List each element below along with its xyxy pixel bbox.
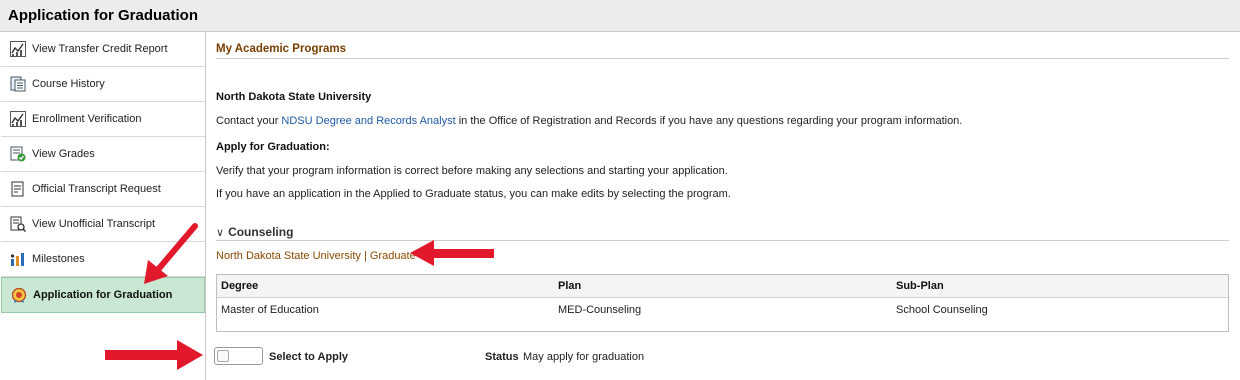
grid-header-row [217, 275, 1228, 298]
milestones-icon [10, 253, 24, 266]
program-group-title: Counseling [228, 225, 294, 239]
graduation-icon [11, 287, 27, 303]
page-title: Application for Graduation [8, 7, 198, 24]
sidebar-item-label: View Grades [32, 148, 95, 160]
sidebar: View Transfer Credit Report Course Histo… [0, 32, 206, 380]
sidebar-item-enrollment-verification[interactable]: Enrollment Verification [1, 102, 205, 137]
transcript-request-icon [11, 181, 24, 197]
annotation-arrow-program [410, 240, 494, 266]
contact-text: Contact your NDSU Degree and Records Ana… [216, 115, 962, 127]
column-header-degree: Degree [221, 280, 259, 292]
annotation-arrow-sidebar [144, 223, 198, 284]
select-to-apply-checkbox[interactable] [214, 347, 263, 365]
sidebar-item-label: View Unofficial Transcript [32, 218, 156, 230]
sidebar-item-view-grades[interactable]: View Grades [1, 137, 205, 172]
cell-sub-plan: School Counseling [896, 304, 988, 316]
contact-text-before: Contact your [216, 115, 282, 127]
instruction-verify: Verify that your program information is … [216, 165, 728, 177]
sidebar-item-course-history[interactable]: Course History [1, 67, 205, 102]
select-to-apply-label: Select to Apply [269, 351, 349, 363]
sidebar-item-label: Course History [32, 78, 105, 90]
title-bar: Application for Graduation [0, 0, 1240, 32]
column-header-plan: Plan [558, 280, 582, 292]
sidebar-item-official-transcript-request[interactable]: Official Transcript Request [1, 172, 205, 207]
program-grid: Degree Plan Sub-Plan Master of Education… [216, 274, 1229, 332]
document-list-icon [10, 76, 26, 92]
sidebar-item-view-transfer-credit-report[interactable]: View Transfer Credit Report [1, 32, 205, 67]
grade-report-icon [10, 146, 26, 162]
main-content: My Academic Programs North Dakota State … [207, 32, 1240, 380]
sidebar-item-label: Official Transcript Request [32, 183, 161, 195]
program-link[interactable]: North Dakota State University | Graduate [216, 250, 416, 262]
column-header-sub-plan: Sub-Plan [896, 280, 944, 292]
program-group-header[interactable]: ∨ Counseling [216, 225, 293, 239]
sidebar-item-label: Milestones [32, 253, 85, 265]
sidebar-item-label: Application for Graduation [33, 289, 173, 301]
cell-plan: MED-Counseling [558, 304, 642, 316]
group-divider [216, 240, 1229, 241]
chevron-down-icon: ∨ [216, 226, 225, 239]
checkbox-knob [217, 350, 229, 362]
institution-name: North Dakota State University [216, 91, 372, 103]
instruction-edit: If you have an application in the Applie… [216, 188, 731, 200]
status-value: May apply for graduation [523, 351, 645, 363]
status-label: Status [485, 351, 519, 363]
transcript-view-icon [10, 216, 26, 232]
sidebar-item-label: Enrollment Verification [32, 113, 142, 125]
chart-icon [10, 111, 26, 127]
sidebar-item-label: View Transfer Credit Report [32, 43, 168, 55]
annotation-arrow-checkbox [105, 340, 203, 370]
cell-degree: Master of Education [221, 304, 319, 316]
section-divider [216, 58, 1229, 59]
apply-heading: Apply for Graduation: [216, 141, 330, 153]
contact-text-after: in the Office of Registration and Record… [455, 115, 963, 127]
records-analyst-link[interactable]: NDSU Degree and Records Analyst [281, 115, 455, 127]
section-title: My Academic Programs [216, 43, 346, 55]
chart-icon [10, 41, 26, 57]
